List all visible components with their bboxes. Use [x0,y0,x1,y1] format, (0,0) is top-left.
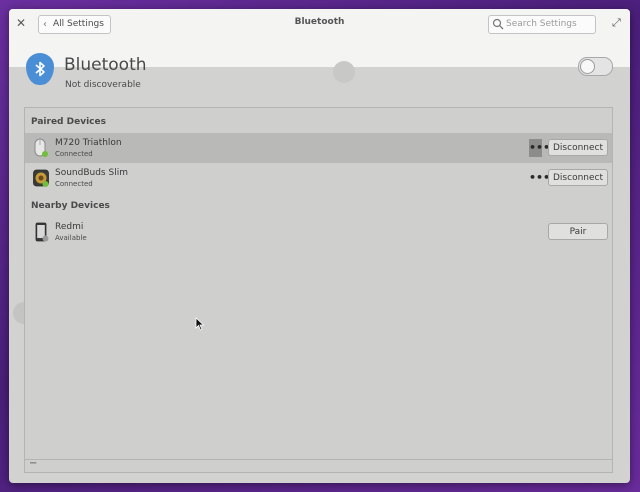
titlebar: ✕ ‹ All Settings Bluetooth Search Settin… [9,9,630,38]
device-status: Connected [55,180,93,188]
page-title: Bluetooth [64,55,147,75]
search-icon [492,18,504,30]
discoverable-status: Not discoverable [65,80,141,90]
settings-window: ✕ ‹ All Settings Bluetooth Search Settin… [9,9,630,483]
pair-button[interactable]: Pair [548,223,608,240]
devices-panel: Paired Devices M720 Triathlon Connected … [24,107,613,473]
phone-icon [35,222,49,242]
paired-devices-heading: Paired Devices [31,117,106,127]
device-row-redmi[interactable]: Redmi Available Pair [25,217,612,247]
ghost-circle [333,61,355,83]
disconnect-button[interactable]: Disconnect [548,169,608,186]
headphones-icon [33,169,49,187]
remove-device-button[interactable]: − [29,458,37,469]
device-name: M720 Triathlon [55,138,122,148]
disconnect-button[interactable]: Disconnect [548,139,608,156]
device-status: Connected [55,150,93,158]
device-status: Available [55,234,87,242]
search-input[interactable]: Search Settings [488,15,596,34]
bluetooth-toggle[interactable] [578,57,613,76]
device-name: SoundBuds Slim [55,168,128,178]
search-placeholder: Search Settings [506,19,577,29]
mouse-cursor-icon [195,317,205,331]
device-row-soundbuds[interactable]: SoundBuds Slim Connected ••• Disconnect [25,163,612,193]
more-options-button[interactable]: ••• [529,169,550,187]
toggle-knob [580,59,595,74]
device-name: Redmi [55,222,84,232]
more-options-button[interactable]: ••• [529,139,550,157]
nearby-devices-heading: Nearby Devices [31,201,110,211]
maximize-icon[interactable]: ⤢ [612,17,624,29]
device-row-m720[interactable]: M720 Triathlon Connected ••• Disconnect [25,133,612,163]
panel-toolbar: − [25,458,612,472]
mouse-icon [34,138,48,157]
